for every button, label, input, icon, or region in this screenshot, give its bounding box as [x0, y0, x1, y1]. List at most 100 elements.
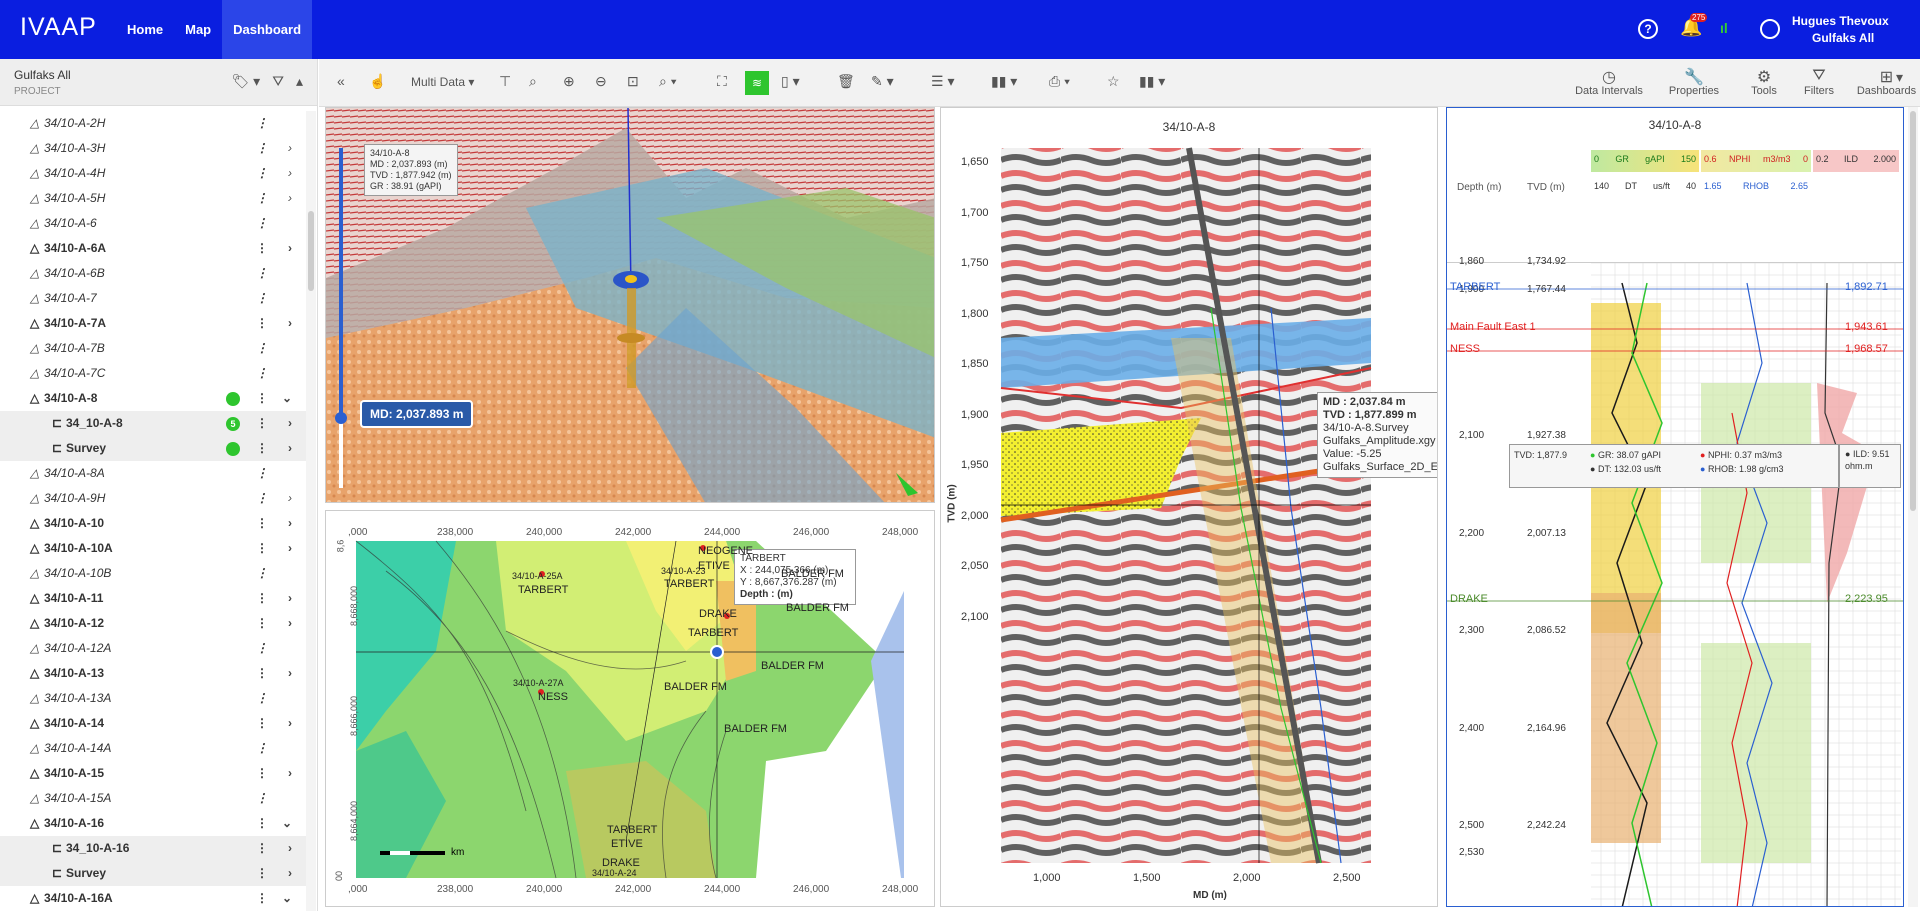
zoom-box-icon[interactable]: ⊡ [627, 73, 639, 90]
expand-icon[interactable]: › [288, 436, 292, 461]
more-icon[interactable]: ⋮ [256, 361, 268, 386]
more-icon[interactable]: ⋮ [256, 211, 268, 236]
filter-icon[interactable]: ⛛ [272, 73, 284, 90]
expand-icon[interactable]: › [288, 186, 292, 211]
expand-icon[interactable]: › [288, 161, 292, 186]
tree-item[interactable]: △ 34/10-A-9H ⋮ › [0, 486, 306, 511]
tree-item[interactable]: △ 34/10-A-15A ⋮ [0, 786, 306, 811]
expand-icon[interactable]: › [288, 861, 292, 886]
expand-icon[interactable]: › [288, 311, 292, 336]
more-icon[interactable]: ⋮ [256, 886, 268, 911]
tree-item[interactable]: △ 34/10-A-2H ⋮ [0, 111, 306, 136]
more-icon[interactable]: ⋮ [256, 161, 268, 186]
tree-item[interactable]: △ 34/10-A-7C ⋮ [0, 361, 306, 386]
dashboards-button[interactable]: ⊞ Dashboards [1849, 67, 1920, 97]
well-log-panel[interactable]: 34/10-A-8 Depth (m) TVD (m) 0 GR gAPI 150 1… [1446, 107, 1904, 907]
align-top-icon[interactable]: ⊤ [499, 73, 511, 90]
tree-item[interactable]: ⊏ 34_10-A-8 ⋮ › 5 [0, 411, 306, 436]
snapshot-icon[interactable]: ⛶ [717, 73, 727, 90]
section-canvas[interactable] [941, 108, 1438, 907]
tree-item[interactable]: △ 34/10-A-10A ⋮ › [0, 536, 306, 561]
more-icon[interactable]: ⋮ [256, 861, 268, 886]
zoom-out-icon[interactable]: ⊖ [595, 73, 607, 90]
tree-item[interactable]: △ 34/10-A-6 ⋮ [0, 211, 306, 236]
more-icon[interactable]: ⋮ [256, 561, 268, 586]
tree-item[interactable]: △ 34/10-A-14A ⋮ [0, 736, 306, 761]
tree-item[interactable]: △ 34/10-A-10B ⋮ [0, 561, 306, 586]
more-icon[interactable]: ⋮ [256, 286, 268, 311]
tree-item[interactable]: △ 34/10-A-14 ⋮ › [0, 711, 306, 736]
print-icon[interactable]: ⎙ ▾ [1049, 73, 1070, 90]
help-icon[interactable]: ? [1638, 19, 1658, 39]
tree-item[interactable]: △ 34/10-A-13A ⋮ [0, 686, 306, 711]
expand-icon[interactable]: ⌄ [282, 386, 292, 411]
expand-icon[interactable]: ⌄ [282, 886, 292, 911]
collapse-icon[interactable]: ▴ [296, 73, 303, 90]
tree-item[interactable]: ⊏ Survey ⋮ › [0, 861, 306, 886]
tree-item[interactable]: △ 34/10-A-16A ⋮ ⌄ [0, 886, 306, 911]
tree-item[interactable]: △ 34/10-A-3H ⋮ › [0, 136, 306, 161]
more-icon[interactable]: ⋮ [256, 311, 268, 336]
zoom-in-icon[interactable]: ⊕ [563, 73, 575, 90]
more-icon[interactable]: ⋮ [256, 636, 268, 661]
log-canvas[interactable] [1447, 263, 1904, 907]
tree-item[interactable]: △ 34/10-A-8 ⋮ ⌄ [0, 386, 306, 411]
nav-dashboard[interactable]: Dashboard [222, 0, 313, 59]
expand-icon[interactable]: › [288, 236, 292, 261]
tree-item[interactable]: △ 34/10-A-13 ⋮ › [0, 661, 306, 686]
expand-icon[interactable]: › [288, 136, 292, 161]
dashboards-chevron-icon[interactable]: ▾ [1896, 69, 1903, 86]
signal-toggle-icon[interactable]: ≋ [745, 71, 769, 95]
tools-button[interactable]: ⚙ Tools [1739, 67, 1789, 97]
tree-item[interactable]: △ 34/10-A-7B ⋮ [0, 336, 306, 361]
tree-item[interactable]: △ 34/10-A-4H ⋮ › [0, 161, 306, 186]
zoom-fit-icon[interactable]: ⌕ [529, 73, 537, 90]
chart-icon[interactable]: ▮▮ ▾ [1139, 73, 1165, 90]
log-scrollbar[interactable] [1908, 107, 1918, 907]
user-name[interactable]: Hugues Thevoux [1792, 14, 1889, 28]
tree-item[interactable]: △ 34/10-A-8A ⋮ [0, 461, 306, 486]
section-panel[interactable]: 34/10-A-8 TVD (m) MD (m) MD : 2,037.84 m… [940, 107, 1438, 907]
more-icon[interactable]: ⋮ [256, 511, 268, 536]
tree-item[interactable]: △ 34/10-A-12A ⋮ [0, 636, 306, 661]
expand-icon[interactable]: ⌄ [282, 811, 292, 836]
properties-button[interactable]: 🔧 Properties [1659, 67, 1729, 97]
expand-icon[interactable]: › [288, 661, 292, 686]
tree-item[interactable]: △ 34/10-A-12 ⋮ › [0, 611, 306, 636]
more-icon[interactable]: ⋮ [256, 736, 268, 761]
expand-icon[interactable]: › [288, 836, 292, 861]
more-icon[interactable]: ⋮ [256, 711, 268, 736]
more-icon[interactable]: ⋮ [256, 836, 268, 861]
tree-item[interactable]: △ 34/10-A-10 ⋮ › [0, 511, 306, 536]
multi-data-dropdown[interactable]: Multi Data ▾ [411, 75, 474, 89]
lines-icon[interactable]: ☰ ▾ [931, 73, 954, 90]
scene-3d-panel[interactable]: 34/10-A-8 MD : 2,037.893 (m) TVD : 1,877.9… [325, 107, 935, 503]
tag-icon[interactable]: 🏷 ▾ [232, 73, 261, 90]
more-icon[interactable]: ⋮ [256, 336, 268, 361]
more-icon[interactable]: ⋮ [256, 761, 268, 786]
more-icon[interactable]: ⋮ [256, 536, 268, 561]
more-icon[interactable]: ⋮ [256, 411, 268, 436]
delete-icon[interactable]: 🗑 [837, 73, 855, 90]
more-icon[interactable]: ⋮ [256, 611, 268, 636]
star-icon[interactable]: ☆ [1107, 73, 1120, 90]
tree-item[interactable]: △ 34/10-A-11 ⋮ › [0, 586, 306, 611]
tree-item[interactable]: △ 34/10-A-16 ⋮ ⌄ [0, 811, 306, 836]
nav-map[interactable]: Map [174, 0, 222, 59]
expand-icon[interactable]: › [288, 761, 292, 786]
expand-icon[interactable]: › [288, 611, 292, 636]
data-intervals-button[interactable]: ◷ Data Intervals [1569, 67, 1649, 97]
filters-button[interactable]: ⛛ Filters [1794, 67, 1844, 97]
tree-item[interactable]: △ 34/10-A-7A ⋮ › [0, 311, 306, 336]
add-view-icon[interactable]: ▯ ▾ [781, 73, 800, 90]
sidebar-scrollbar[interactable] [306, 111, 316, 911]
expand-icon[interactable]: › [288, 411, 292, 436]
tree-item[interactable]: ⊏ 34_10-A-16 ⋮ › [0, 836, 306, 861]
expand-icon[interactable]: › [288, 486, 292, 511]
hand-icon[interactable]: ☝ [369, 73, 386, 90]
more-icon[interactable]: ⋮ [256, 111, 268, 136]
more-icon[interactable]: ⋮ [256, 661, 268, 686]
map-panel[interactable]: TARBERT X : 244,075.366 (m) Y : 8,667,376.… [325, 510, 935, 907]
more-icon[interactable]: ⋮ [256, 136, 268, 161]
tree-item[interactable]: △ 34/10-A-7 ⋮ [0, 286, 306, 311]
